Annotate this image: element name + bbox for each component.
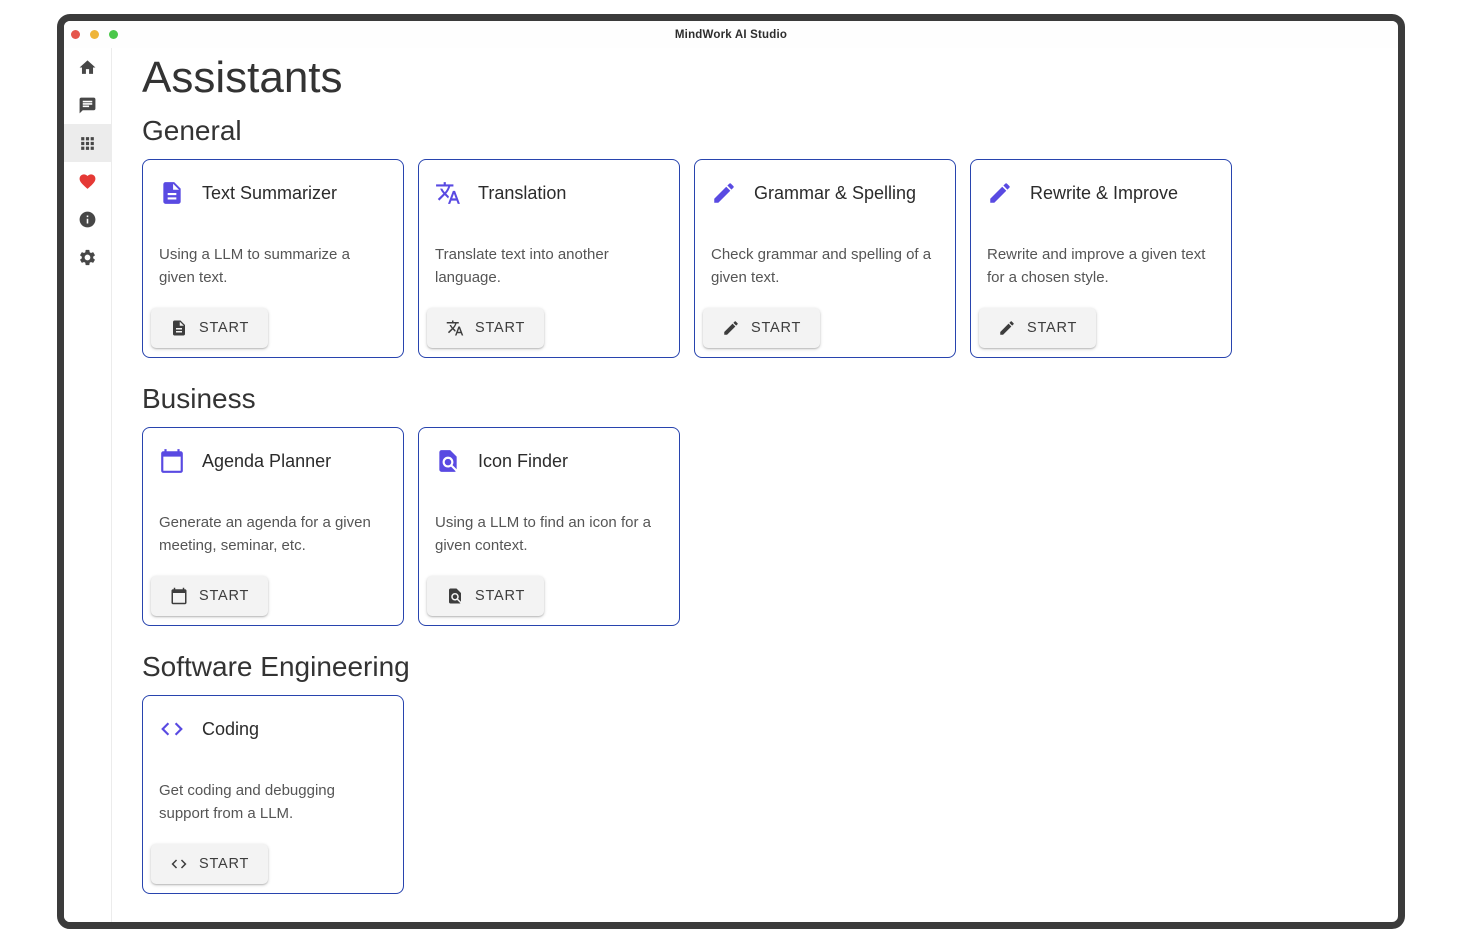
gear-icon	[78, 248, 97, 267]
window-title: MindWork AI Studio	[675, 29, 787, 41]
card-title: Rewrite & Improve	[1030, 183, 1178, 204]
card-header: Translation	[419, 160, 679, 206]
card-actions: START	[703, 308, 820, 348]
start-button-label: START	[1027, 320, 1077, 336]
close-button[interactable]	[71, 30, 80, 39]
card-row: Coding Get coding and debugging support …	[142, 695, 1368, 894]
assistant-card: Rewrite & Improve Rewrite and improve a …	[970, 159, 1232, 358]
card-actions: START	[979, 308, 1096, 348]
card-actions: START	[151, 308, 268, 348]
find-in-page-icon	[435, 448, 461, 474]
card-description: Generate an agenda for a given meeting, …	[143, 512, 403, 557]
start-button[interactable]: START	[151, 308, 268, 348]
translate-icon	[446, 319, 464, 337]
app-window: MindWork AI Studio Assistants General Te…	[57, 14, 1405, 929]
start-button-label: START	[751, 320, 801, 336]
zoom-button[interactable]	[109, 30, 118, 39]
section-title: Business	[142, 382, 1368, 416]
calendar-icon	[170, 587, 188, 605]
assistant-card: Translation Translate text into another …	[418, 159, 680, 358]
start-button[interactable]: START	[427, 308, 544, 348]
section-title: Software Engineering	[142, 650, 1368, 684]
card-actions: START	[151, 844, 268, 884]
code-icon	[159, 716, 185, 742]
main-area: Assistants General Text Summarizer Using…	[64, 48, 1398, 922]
titlebar: MindWork AI Studio	[64, 21, 1398, 48]
sidebar-item-about[interactable]	[64, 200, 111, 238]
start-button-label: START	[475, 320, 525, 336]
card-actions: START	[427, 308, 544, 348]
apps-grid-icon	[78, 134, 97, 153]
card-header: Text Summarizer	[143, 160, 403, 206]
start-button-label: START	[199, 320, 249, 336]
assistant-card: Text Summarizer Using a LLM to summarize…	[142, 159, 404, 358]
card-description: Get coding and debugging support from a …	[143, 780, 403, 825]
card-description: Check grammar and spelling of a given te…	[695, 244, 955, 289]
assistant-section: General Text Summarizer Using a LLM to s…	[142, 114, 1368, 358]
card-description: Using a LLM to summarize a given text.	[143, 244, 403, 289]
card-title: Coding	[202, 719, 259, 740]
sidebar-item-settings[interactable]	[64, 238, 111, 276]
card-title: Agenda Planner	[202, 451, 331, 472]
card-title: Icon Finder	[478, 451, 568, 472]
translate-icon	[435, 180, 461, 206]
card-title: Translation	[478, 183, 566, 204]
start-button-label: START	[199, 588, 249, 604]
card-description: Using a LLM to find an icon for a given …	[419, 512, 679, 557]
code-icon	[170, 855, 188, 873]
page-title: Assistants	[142, 54, 1368, 102]
card-title: Text Summarizer	[202, 183, 337, 204]
find-in-page-icon	[446, 587, 464, 605]
pencil-icon	[711, 180, 737, 206]
sidebar-item-assistants[interactable]	[64, 124, 111, 162]
chat-icon	[78, 96, 97, 115]
card-description: Translate text into another language.	[419, 244, 679, 289]
calendar-icon	[159, 448, 185, 474]
card-title: Grammar & Spelling	[754, 183, 916, 204]
minimize-button[interactable]	[90, 30, 99, 39]
card-actions: START	[427, 576, 544, 616]
sections-container: General Text Summarizer Using a LLM to s…	[142, 114, 1368, 894]
sidebar-item-home[interactable]	[64, 48, 111, 86]
assistant-card: Agenda Planner Generate an agenda for a …	[142, 427, 404, 626]
traffic-lights	[71, 21, 118, 48]
pencil-icon	[722, 319, 740, 337]
start-button-label: START	[199, 856, 249, 872]
start-button[interactable]: START	[151, 576, 268, 616]
card-actions: START	[151, 576, 268, 616]
card-row: Text Summarizer Using a LLM to summarize…	[142, 159, 1368, 358]
assistant-section: Software Engineering Coding Get coding a…	[142, 650, 1368, 894]
content: Assistants General Text Summarizer Using…	[112, 48, 1398, 922]
card-description: Rewrite and improve a given text for a c…	[971, 244, 1231, 289]
sidebar	[64, 48, 112, 922]
pencil-icon	[987, 180, 1013, 206]
start-button[interactable]: START	[427, 576, 544, 616]
start-button-label: START	[475, 588, 525, 604]
sidebar-item-favorites[interactable]	[64, 162, 111, 200]
heart-icon	[78, 172, 97, 191]
start-button[interactable]: START	[979, 308, 1096, 348]
card-header: Rewrite & Improve	[971, 160, 1231, 206]
assistant-card: Coding Get coding and debugging support …	[142, 695, 404, 894]
section-title: General	[142, 114, 1368, 148]
pencil-icon	[998, 319, 1016, 337]
assistant-card: Icon Finder Using a LLM to find an icon …	[418, 427, 680, 626]
home-icon	[78, 58, 97, 77]
card-row: Agenda Planner Generate an agenda for a …	[142, 427, 1368, 626]
start-button[interactable]: START	[151, 844, 268, 884]
sidebar-item-chats[interactable]	[64, 86, 111, 124]
info-icon	[78, 210, 97, 229]
card-header: Icon Finder	[419, 428, 679, 474]
assistant-card: Grammar & Spelling Check grammar and spe…	[694, 159, 956, 358]
document-icon	[159, 180, 185, 206]
start-button[interactable]: START	[703, 308, 820, 348]
assistant-section: Business Agenda Planner Generate an agen…	[142, 382, 1368, 626]
card-header: Agenda Planner	[143, 428, 403, 474]
card-header: Coding	[143, 696, 403, 742]
document-icon	[170, 319, 188, 337]
card-header: Grammar & Spelling	[695, 160, 955, 206]
